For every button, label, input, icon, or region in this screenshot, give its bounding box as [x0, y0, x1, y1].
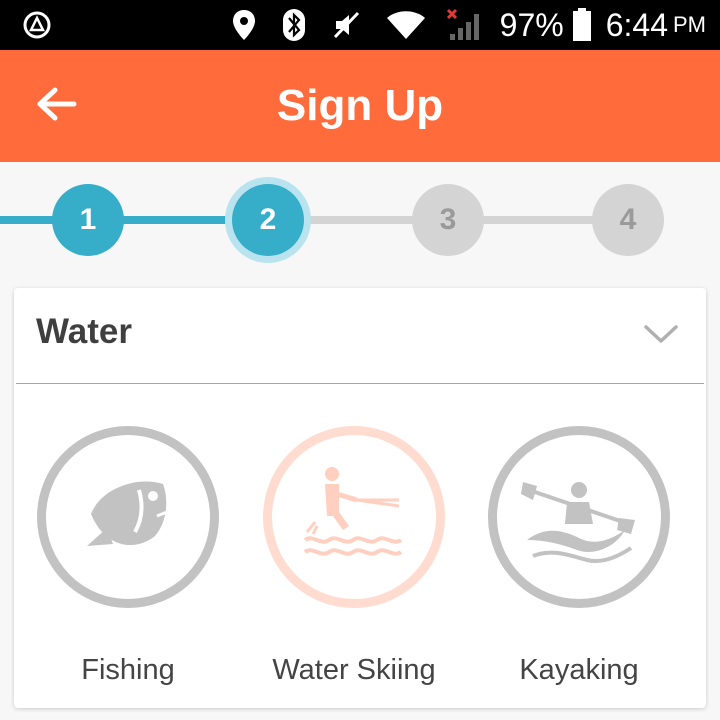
expand-toggle[interactable]: [638, 318, 684, 354]
mute-icon: [332, 10, 362, 40]
bluetooth-icon: [282, 8, 306, 42]
card-divider: [16, 383, 704, 384]
clock-ampm: PM: [673, 12, 706, 37]
activity-label: Fishing: [81, 654, 175, 686]
activity-circle: [37, 426, 219, 608]
activity-label: Water Skiing: [272, 654, 436, 686]
category-title: Water: [36, 312, 132, 351]
app-header: Sign Up: [0, 50, 720, 162]
activity-fishing[interactable]: Fishing: [33, 426, 223, 696]
progress-stepper: 1 2 3 4: [0, 162, 720, 282]
step-4[interactable]: 4: [592, 184, 664, 256]
signal-icon: [446, 8, 486, 42]
step-3[interactable]: 3: [412, 184, 484, 256]
kayaking-icon: [519, 460, 639, 575]
step-4-label: 4: [619, 203, 637, 236]
back-button[interactable]: [28, 80, 84, 132]
water-skiing-icon: [299, 460, 409, 575]
activity-circle: [488, 426, 670, 608]
page-title: Sign Up: [276, 81, 444, 130]
category-card: Water Fishing Water Skiing Kayaking: [14, 288, 706, 708]
activity-label: Kayaking: [519, 654, 639, 686]
battery-percent: 97%: [499, 6, 564, 43]
wifi-icon: [386, 9, 426, 41]
step-2-label: 2: [259, 203, 277, 236]
chevron-down-icon: [643, 323, 679, 350]
arrow-left-icon: [35, 86, 77, 127]
stepper-line-completed: [0, 216, 268, 224]
fish-icon: [73, 460, 183, 575]
activity-circle: [263, 426, 445, 608]
clock-time: 6:44: [605, 6, 668, 43]
step-1-label: 1: [79, 203, 97, 236]
location-icon: [232, 9, 256, 41]
step-3-label: 3: [439, 203, 457, 236]
battery-icon: [572, 8, 592, 42]
status-bar: 97% 6:44 PM: [0, 0, 720, 50]
activity-water-skiing[interactable]: Water Skiing: [259, 426, 449, 696]
activity-kayaking[interactable]: Kayaking: [484, 426, 674, 696]
step-1[interactable]: 1: [52, 184, 124, 256]
step-2[interactable]: 2: [232, 184, 304, 256]
android-nav-icon: [22, 10, 52, 40]
